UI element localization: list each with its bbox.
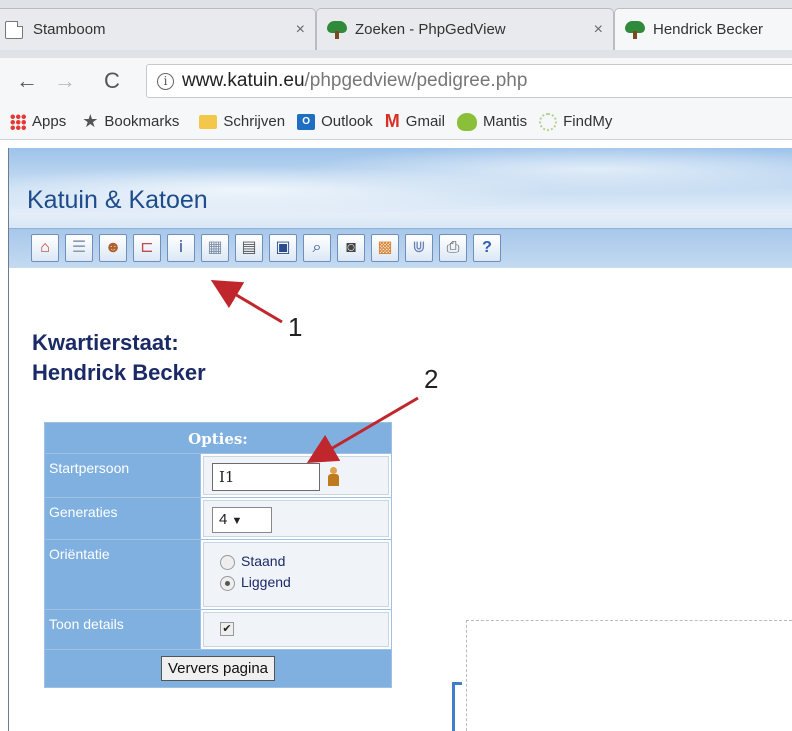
- help-icon[interactable]: ?: [473, 234, 501, 262]
- option-row-orientatie: Oriëntatie Staand Liggend: [44, 540, 392, 610]
- save-icon[interactable]: ▣: [269, 234, 297, 262]
- star-icon: ★: [82, 111, 99, 131]
- radio-liggend-label: Liggend: [241, 573, 291, 590]
- back-arrow-icon[interactable]: ←: [16, 68, 38, 94]
- reload-icon[interactable]: C: [104, 68, 120, 94]
- pedigree-chart-area: [466, 620, 792, 731]
- book-icon[interactable]: ⋓: [405, 234, 433, 262]
- bookmark-bookmarks[interactable]: ★ Bookmarks: [82, 111, 179, 132]
- radio-liggend-row[interactable]: Liggend: [220, 574, 380, 591]
- ververs-pagina-button[interactable]: Ververs pagina: [160, 656, 276, 681]
- radio-staand-row[interactable]: Staand: [220, 553, 380, 570]
- bookmark-label: Gmail: [405, 113, 445, 130]
- option-row-generaties: Generaties 4 ▼: [44, 498, 392, 540]
- pedigree-chart-connector: [452, 682, 462, 731]
- bookmark-gmail[interactable]: M Gmail: [385, 111, 445, 132]
- map-icon[interactable]: ▩: [371, 234, 399, 262]
- bookmark-apps[interactable]: Apps: [10, 113, 66, 130]
- tree-icon: [625, 20, 645, 39]
- bookmark-label: FindMy: [563, 113, 613, 130]
- toon-details-checkbox[interactable]: ✔: [220, 622, 234, 636]
- tab-title: Zoeken - PhpGedView: [355, 21, 506, 38]
- startpersoon-cell: I1: [203, 456, 389, 495]
- option-row-toon-details: Toon details ✔: [44, 610, 392, 650]
- person-picker-icon[interactable]: [327, 467, 339, 487]
- toon-details-label: Toon details: [45, 610, 201, 649]
- camera-icon[interactable]: ◙: [337, 234, 365, 262]
- url-domain: www.katuin.eu: [182, 70, 305, 91]
- radio-liggend[interactable]: [220, 575, 235, 591]
- outlook-icon: O: [297, 113, 316, 130]
- annotation-number-2: 2: [424, 364, 439, 394]
- home-icon[interactable]: ⌂: [31, 234, 59, 262]
- info-icon[interactable]: i: [157, 72, 174, 90]
- mantis-icon: [456, 112, 477, 131]
- individual-icon[interactable]: ⅰ: [167, 234, 195, 262]
- site-header: Katuin & Katoen ⌂ ☰ ☻ ⊏ ⅰ ▦ ▤ ▣ ⌕ ◙ ▩ ⋓ …: [9, 148, 792, 268]
- startpersoon-label: Startpersoon: [45, 454, 201, 497]
- tab-zoeken[interactable]: Zoeken - PhpGedView ×: [316, 8, 614, 50]
- tab-hendrick-becker[interactable]: Hendrick Becker: [614, 8, 792, 50]
- startpersoon-input[interactable]: I1: [212, 463, 320, 491]
- browser-tab-strip: Stamboom × Zoeken - PhpGedView × Hendric…: [0, 0, 792, 58]
- close-icon[interactable]: ×: [594, 21, 603, 39]
- folder-icon: [199, 114, 218, 129]
- generaties-select[interactable]: 4 ▼: [212, 507, 272, 533]
- generaties-value: 4: [219, 511, 228, 528]
- pedigree-icon[interactable]: ⊏: [133, 234, 161, 262]
- document-icon[interactable]: ▤: [235, 234, 263, 262]
- print-icon[interactable]: ⎙: [439, 234, 467, 262]
- bookmark-label: Mantis: [482, 113, 528, 130]
- page-title-line1: Kwartierstaat:: [32, 330, 179, 355]
- page-left-border: [8, 148, 9, 731]
- url-field[interactable]: i www.katuin.eu/phpgedview/pedigree.php: [146, 64, 792, 98]
- person-icon[interactable]: ☻: [99, 234, 127, 262]
- tab-title: Hendrick Becker: [653, 21, 764, 38]
- toon-details-cell: ✔: [203, 612, 389, 647]
- options-footer: Ververs pagina: [44, 650, 392, 688]
- generaties-label: Generaties: [45, 498, 201, 539]
- bookmark-outlook[interactable]: O Outlook: [297, 113, 373, 130]
- tab-title: Stamboom: [33, 21, 106, 38]
- radio-staand[interactable]: [220, 554, 235, 570]
- page-content: Katuin & Katoen ⌂ ☰ ☻ ⊏ ⅰ ▦ ▤ ▣ ⌕ ◙ ▩ ⋓ …: [0, 140, 792, 731]
- option-row-startpersoon: Startpersoon I1: [44, 454, 392, 498]
- annotation-number-1: 1: [288, 312, 303, 342]
- radio-staand-label: Staand: [241, 553, 286, 569]
- bookmark-label: Outlook: [321, 113, 373, 130]
- site-toolbar: ⌂ ☰ ☻ ⊏ ⅰ ▦ ▤ ▣ ⌕ ◙ ▩ ⋓ ⎙ ?: [9, 228, 792, 268]
- document-icon: [5, 20, 23, 39]
- orientatie-label: Oriëntatie: [45, 540, 201, 609]
- options-table: Opties: Startpersoon I1 Generaties 4 ▼ O…: [44, 422, 392, 688]
- page-title-line2: Hendrick Becker: [32, 360, 206, 385]
- address-bar-row: ← → C i www.katuin.eu/phpgedview/pedigre…: [0, 58, 792, 104]
- gmail-icon: M: [384, 111, 400, 131]
- orientatie-cell: Staand Liggend: [203, 542, 389, 607]
- url-path: /phpgedview/pedigree.php: [304, 70, 528, 91]
- calendar-icon[interactable]: ▦: [201, 234, 229, 262]
- options-header: Opties:: [44, 422, 392, 454]
- site-title: Katuin & Katoen: [27, 186, 208, 214]
- close-icon[interactable]: ×: [296, 21, 305, 39]
- search-icon[interactable]: ⌕: [303, 234, 331, 262]
- forward-arrow-icon[interactable]: →: [54, 68, 76, 94]
- list-icon[interactable]: ☰: [65, 234, 93, 262]
- bookmark-label: Apps: [32, 113, 67, 130]
- generaties-cell: 4 ▼: [203, 500, 389, 537]
- bookmark-schrijven[interactable]: Schrijven: [199, 113, 285, 130]
- chevron-down-icon: ▼: [231, 515, 243, 527]
- bookmarks-bar: Apps ★ Bookmarks Schrijven O Outlook M G…: [0, 104, 792, 140]
- bookmark-findmy[interactable]: FindMy: [539, 112, 613, 131]
- bookmark-label: Bookmarks: [104, 113, 180, 130]
- tree-icon: [327, 20, 347, 39]
- bookmark-mantis[interactable]: Mantis: [456, 112, 528, 131]
- apps-grid-icon: [10, 113, 26, 130]
- tab-stamboom[interactable]: Stamboom ×: [0, 8, 316, 50]
- bookmark-label: Schrijven: [223, 113, 286, 130]
- findmy-icon: [539, 112, 558, 131]
